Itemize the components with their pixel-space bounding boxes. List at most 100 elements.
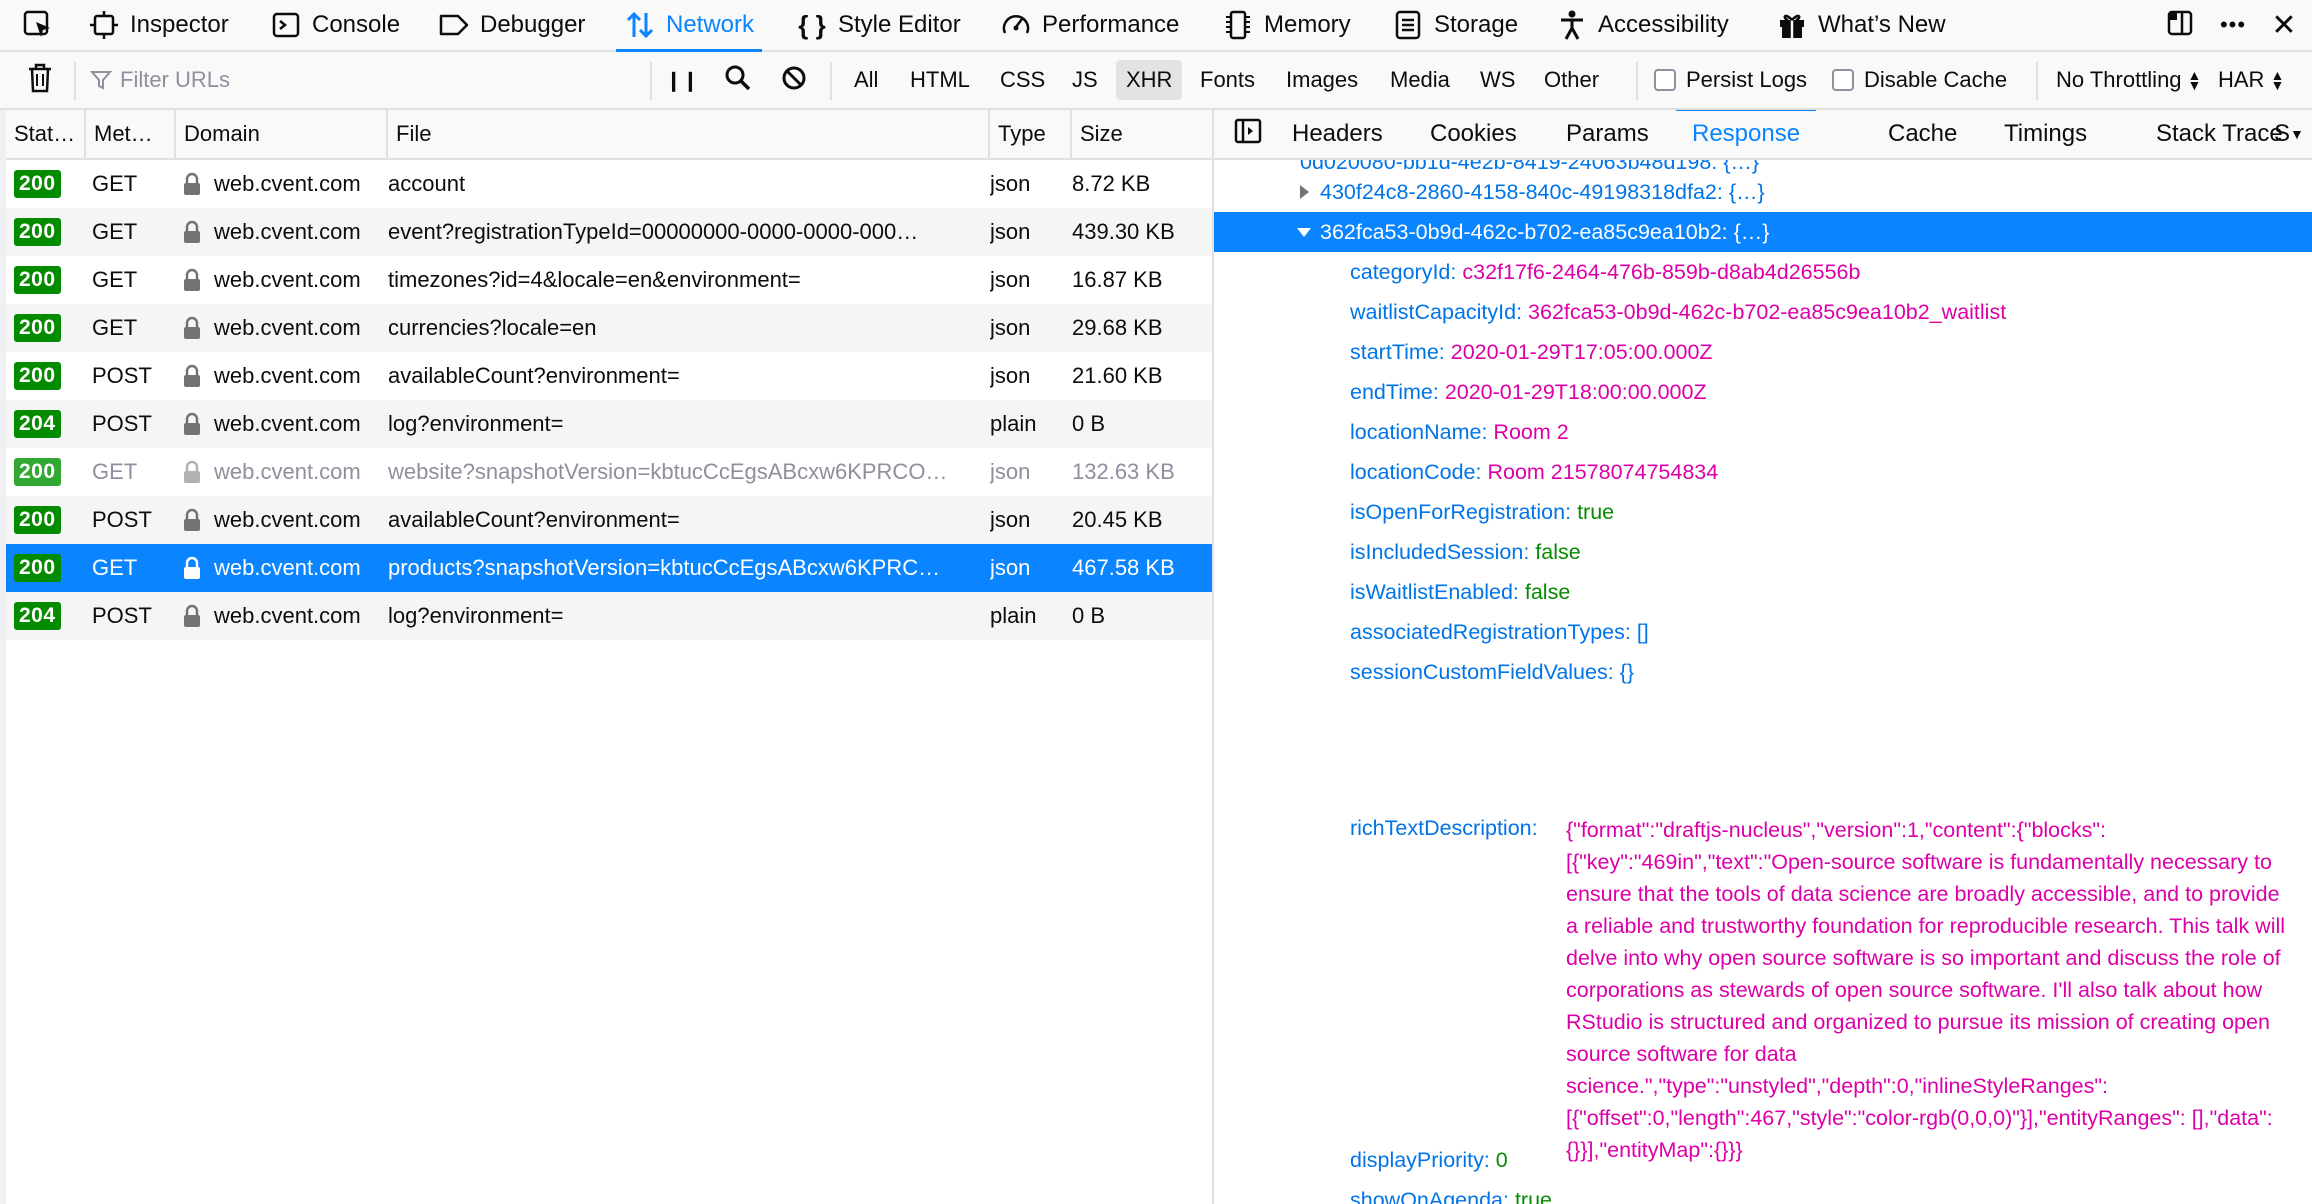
request-row[interactable]: 200 GET web.cvent.com account json 8.72 KB bbox=[6, 160, 1212, 208]
json-field-location-name[interactable]: locationName: Room 2 bbox=[1214, 412, 2312, 452]
type-filter-images[interactable]: Images bbox=[1276, 60, 1368, 100]
type-filter-html[interactable]: HTML bbox=[900, 60, 980, 100]
type-filter-fonts[interactable]: Fonts bbox=[1190, 60, 1265, 100]
json-node-collapsed[interactable]: 430f24c8-2860-4158-840c-49198318dfa2: {…… bbox=[1214, 172, 2312, 212]
type-filter-all[interactable]: All bbox=[844, 60, 888, 100]
tab-inspector[interactable]: Inspector bbox=[88, 0, 229, 50]
method-cell: POST bbox=[92, 507, 152, 532]
json-key: isOpenForRegistration bbox=[1350, 499, 1566, 524]
request-row[interactable]: 204 POST web.cvent.com log?environment= plai… bbox=[6, 592, 1212, 640]
request-row[interactable]: 200 GET web.cvent.com products?snapshotVers… bbox=[6, 544, 1212, 592]
filter-urls-input[interactable]: Filter URLs bbox=[90, 52, 650, 108]
request-row[interactable]: 200 POST web.cvent.com availableCount?envir… bbox=[6, 352, 1212, 400]
type-filter-xhr[interactable]: XHR bbox=[1116, 60, 1183, 100]
json-node-selected[interactable]: 362fca53-0b9d-462c-b702-ea85c9ea10b2: {…… bbox=[1214, 212, 2312, 252]
close-icon: ✕ bbox=[2271, 8, 2297, 42]
request-row[interactable]: 200 GET web.cvent.com event?registrationTyp… bbox=[6, 208, 1212, 256]
tab-params[interactable]: Params bbox=[1566, 110, 1649, 158]
tab-accessibility[interactable]: Accessibility bbox=[1556, 0, 1729, 50]
request-row[interactable]: 200 GET web.cvent.com currencies?locale=en j… bbox=[6, 304, 1212, 352]
request-row[interactable]: 200 GET web.cvent.com website?snapshotVersi… bbox=[6, 448, 1212, 496]
status-cell: 200 bbox=[14, 496, 78, 544]
filter-icon bbox=[90, 69, 112, 91]
tab-headers[interactable]: Headers bbox=[1292, 110, 1383, 158]
domain-text: web.cvent.com bbox=[214, 171, 361, 196]
json-value: c32f17f6-2464-476b-859b-d8ab4d26556b bbox=[1462, 259, 1861, 284]
tab-storage[interactable]: Storage bbox=[1392, 0, 1518, 50]
tab-cache[interactable]: Cache bbox=[1888, 110, 1957, 158]
tab-network[interactable]: Network bbox=[615, 0, 763, 52]
pause-button[interactable]: ❙❙ bbox=[664, 52, 700, 108]
expand-arrow-icon[interactable] bbox=[1294, 182, 1314, 202]
json-value: true bbox=[1514, 1187, 1553, 1204]
clear-button[interactable] bbox=[22, 52, 58, 108]
json-field-associated-registration-types[interactable]: associatedRegistrationTypes: [] bbox=[1214, 612, 2312, 652]
tabs-overflow-dropdown[interactable]: ▼ bbox=[2290, 110, 2310, 158]
close-devtools-button[interactable]: ✕ bbox=[2264, 0, 2304, 50]
har-menu-button[interactable]: HAR ▲ ▼ bbox=[2218, 52, 2284, 108]
tab-performance[interactable]: Performance bbox=[1000, 0, 1179, 50]
divider bbox=[830, 62, 832, 100]
disable-cache-checkbox[interactable]: Disable Cache bbox=[1832, 52, 2007, 108]
json-field-is-waitlist-enabled[interactable]: isWaitlistEnabled: false bbox=[1214, 572, 2312, 612]
tab-whats-new[interactable]: What’s New bbox=[1776, 0, 1946, 50]
json-key: locationName bbox=[1350, 419, 1482, 444]
json-field-show-on-agenda[interactable]: showOnAgenda: true bbox=[1214, 1180, 2312, 1204]
type-filter-js[interactable]: JS bbox=[1062, 60, 1108, 100]
type-filter-css[interactable]: CSS bbox=[990, 60, 1055, 100]
json-key: richTextDescription bbox=[1350, 816, 1532, 840]
json-field-is-open-for-registration[interactable]: isOpenForRegistration: true bbox=[1214, 492, 2312, 532]
json-field-start-time[interactable]: startTime: 2020-01-29T17:05:00.000Z bbox=[1214, 332, 2312, 372]
json-field-location-code[interactable]: locationCode: Room 21578074754834 bbox=[1214, 452, 2312, 492]
block-button[interactable] bbox=[776, 52, 812, 108]
json-value: false bbox=[1524, 579, 1571, 604]
request-row[interactable]: 200 POST web.cvent.com availableCount?envir… bbox=[6, 496, 1212, 544]
more-options-button[interactable]: ••• bbox=[2212, 0, 2254, 50]
json-field-is-included-session[interactable]: isIncludedSession: false bbox=[1214, 532, 2312, 572]
json-field-waitlist-capacity-id[interactable]: waitlistCapacityId: 362fca53-0b9d-462c-b… bbox=[1214, 292, 2312, 332]
json-field-display-priority[interactable]: displayPriority: 0 bbox=[1214, 1140, 2312, 1180]
dock-toggle-button[interactable] bbox=[2160, 0, 2200, 50]
status-cell: 200 bbox=[14, 256, 78, 304]
size-cell: 0 B bbox=[1072, 603, 1106, 628]
column-header-type[interactable]: Type bbox=[990, 110, 1072, 158]
element-picker-button[interactable] bbox=[22, 0, 64, 50]
domain-cell: web.cvent.com bbox=[176, 448, 388, 496]
dropdown-arrow-icon: ▼ bbox=[2290, 126, 2304, 142]
json-field-session-custom-field-values[interactable]: sessionCustomFieldValues: {} bbox=[1214, 652, 2312, 692]
toggle-sidebar-button[interactable] bbox=[1230, 110, 1266, 158]
type-filter-media[interactable]: Media bbox=[1380, 60, 1460, 100]
tab-memory[interactable]: Memory bbox=[1222, 0, 1351, 50]
request-row[interactable]: 200 GET web.cvent.com timezones?id=4&locale… bbox=[6, 256, 1212, 304]
tab-console[interactable]: Console bbox=[270, 0, 400, 50]
method-cell: POST bbox=[92, 603, 152, 628]
type-filter-other[interactable]: Other bbox=[1534, 60, 1609, 100]
type-filter-ws[interactable]: WS bbox=[1470, 60, 1525, 100]
column-header-method[interactable]: Met… bbox=[86, 110, 176, 158]
column-header-file[interactable]: File bbox=[388, 110, 990, 158]
updown-icon: ▲ ▼ bbox=[2187, 67, 2202, 93]
persist-logs-checkbox[interactable]: Persist Logs bbox=[1654, 52, 1807, 108]
column-header-size[interactable]: Size bbox=[1072, 110, 1212, 158]
tab-security-truncated[interactable]: S bbox=[2274, 110, 2290, 158]
column-header-status[interactable]: Stat… bbox=[6, 110, 86, 158]
search-button[interactable] bbox=[720, 52, 756, 108]
tab-style-editor[interactable]: { } Style Editor bbox=[796, 0, 960, 50]
size-cell: 0 B bbox=[1072, 411, 1106, 436]
tab-cookies[interactable]: Cookies bbox=[1430, 110, 1517, 158]
network-toolbar: Filter URLs ❙❙ All HTML CSS JS XHR Fonts… bbox=[0, 52, 2312, 110]
tab-response[interactable]: Response bbox=[1675, 110, 1817, 158]
throttling-select[interactable]: No Throttling ▲ ▼ bbox=[2056, 52, 2201, 108]
json-field-end-time[interactable]: endTime: 2020-01-29T18:00:00.000Z bbox=[1214, 372, 2312, 412]
tab-stack-trace[interactable]: Stack Trace bbox=[2156, 110, 2283, 158]
tab-debugger[interactable]: Debugger bbox=[438, 0, 585, 50]
json-field-category-id[interactable]: categoryId: c32f17f6-2464-476b-859b-d8ab… bbox=[1214, 252, 2312, 292]
request-list-header: Stat… Met… Domain File Type Size bbox=[6, 110, 1218, 160]
request-row[interactable]: 204 POST web.cvent.com log?environment= plai… bbox=[6, 400, 1212, 448]
column-header-domain[interactable]: Domain bbox=[176, 110, 388, 158]
collapse-arrow-icon[interactable] bbox=[1294, 222, 1314, 242]
method-cell: GET bbox=[92, 267, 138, 292]
tab-timings[interactable]: Timings bbox=[2004, 110, 2087, 158]
json-key: 362fca53-0b9d-462c-b702-ea85c9ea10b2 bbox=[1320, 219, 1722, 244]
json-value: true bbox=[1577, 499, 1615, 524]
